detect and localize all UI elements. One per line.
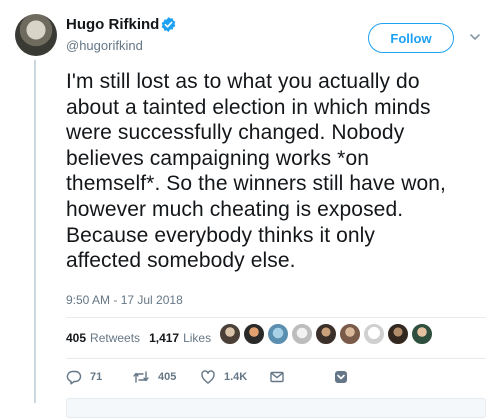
tweet-text-line: I'm still lost as to what you actually d… (66, 70, 420, 93)
liker-avatar[interactable] (339, 323, 361, 345)
liker-avatar[interactable] (219, 323, 241, 345)
retweet-count: 405 (158, 371, 177, 383)
tweet-text-line: believes campaigning works *on (66, 146, 369, 170)
liker-avatar[interactable] (291, 323, 313, 345)
tweet-text-line: were successfully changed. Nobody (66, 121, 405, 145)
likes-stat[interactable]: 1,417 Likes (149, 331, 211, 345)
reply-count: 71 (90, 371, 103, 383)
reply-icon (66, 370, 82, 385)
engagement-stats: 405 Retweets 1,417 Likes (66, 331, 220, 345)
likes-label: Likes (183, 331, 212, 345)
liker-avatar[interactable] (315, 323, 337, 345)
like-count: 1.4K (224, 371, 248, 383)
retweet-icon (133, 371, 149, 383)
retweets-label: Retweets (90, 331, 141, 345)
author-name[interactable]: Hugo Rifkind (66, 16, 159, 33)
tweet-text-line: themself*. So the winners still have won… (66, 172, 446, 196)
liker-avatar[interactable] (387, 323, 409, 345)
direct-message-action[interactable] (269, 369, 285, 385)
tweet-text-line: Because everybody thinks it only (66, 223, 376, 247)
tweet-text-line: about a tainted election in which minds (66, 95, 431, 119)
author-handle[interactable]: @hugorifkind (66, 38, 143, 53)
tweet-text: I'm still lost as to what you actually d… (66, 69, 486, 274)
like-action[interactable]: 1.4K (200, 369, 247, 385)
tweet-timestamp[interactable]: 9:50 AM - 17 Jul 2018 (66, 293, 183, 307)
follow-button[interactable]: Follow (368, 23, 454, 53)
liker-avatar[interactable] (411, 323, 433, 345)
retweets-count: 405 (66, 331, 87, 345)
divider (66, 358, 486, 359)
tweet-card: Hugo Rifkind @hugorifkind Follow I'm sti… (0, 0, 500, 418)
verified-badge-icon (161, 17, 176, 32)
retweets-stat[interactable]: 405 Retweets (66, 331, 140, 345)
tweet-text-line: however much cheating is exposed. (66, 197, 404, 221)
envelope-icon (270, 371, 284, 383)
thread-line (34, 60, 36, 403)
reply-box[interactable] (66, 398, 486, 418)
liker-avatar[interactable] (363, 323, 385, 345)
divider (66, 317, 486, 318)
caret-down-box-icon (335, 371, 347, 383)
liker-avatar[interactable] (243, 323, 265, 345)
author-avatar[interactable] (15, 14, 57, 56)
likes-count: 1,417 (149, 331, 180, 345)
liker-avatar[interactable] (267, 323, 289, 345)
heart-icon (201, 370, 215, 384)
tweet-text-line: affected somebody else. (66, 249, 296, 273)
chevron-down-icon[interactable] (468, 30, 482, 44)
more-actions[interactable] (333, 369, 349, 385)
reply-action[interactable]: 71 (66, 369, 102, 385)
likers-avatars (219, 323, 435, 345)
retweet-action[interactable]: 405 (132, 369, 176, 385)
